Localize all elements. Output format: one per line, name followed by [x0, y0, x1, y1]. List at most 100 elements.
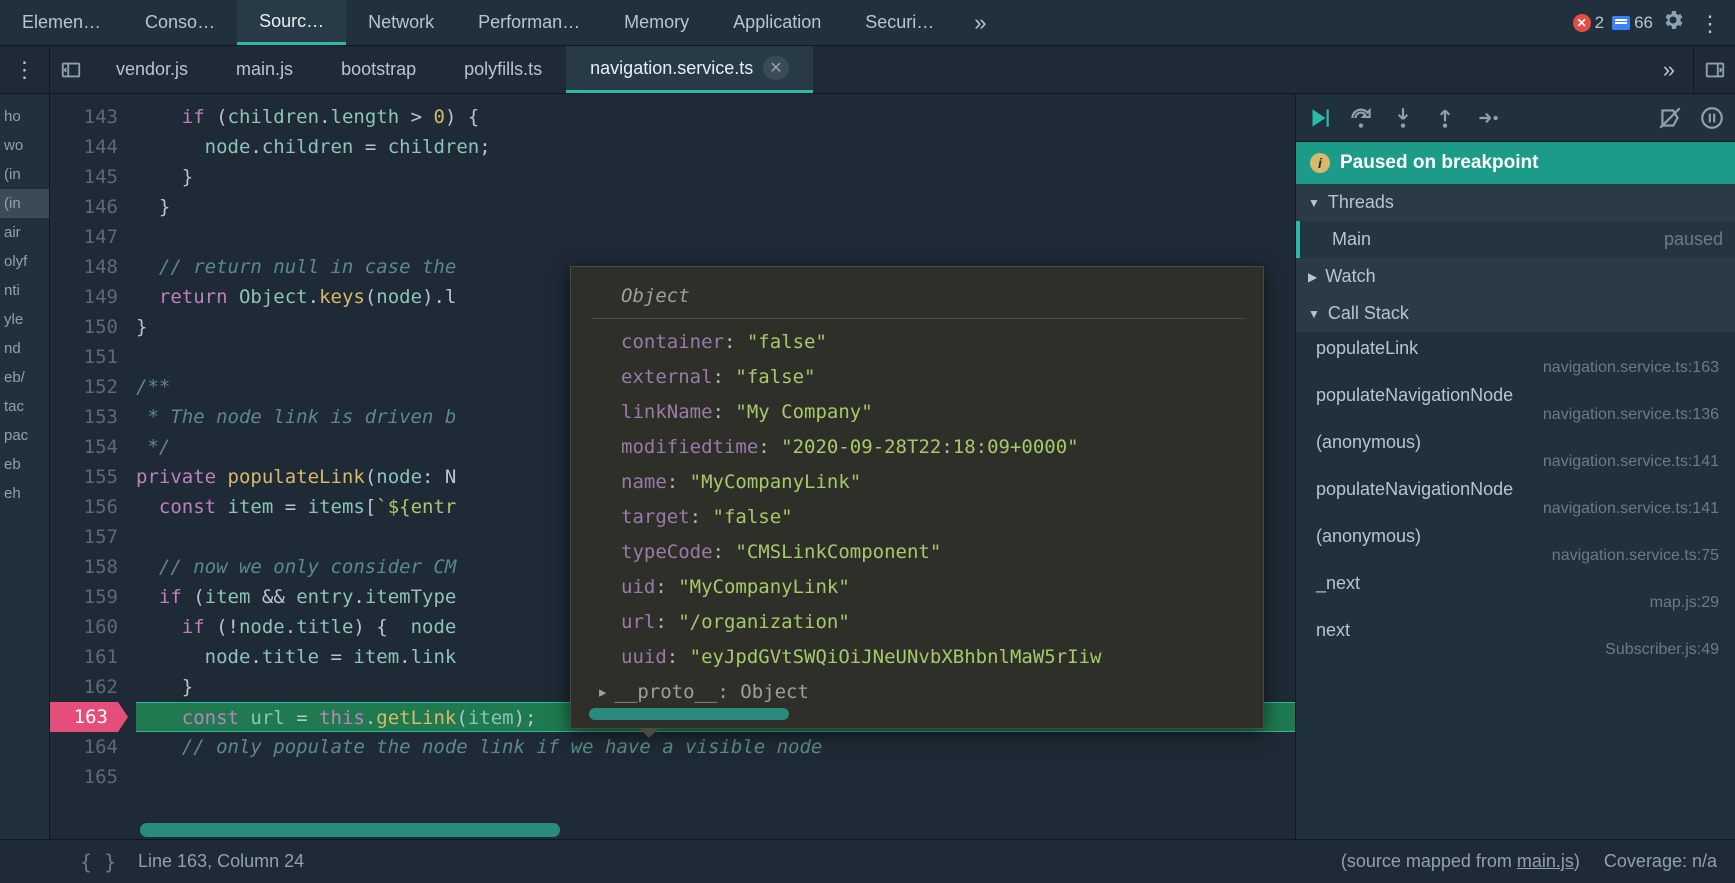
file-tab[interactable]: vendor.js	[92, 46, 212, 93]
navigator-item[interactable]: nti	[0, 276, 49, 305]
navigator-item[interactable]: nd	[0, 334, 49, 363]
callstack-frame[interactable]: _nextmap.js:29	[1296, 567, 1735, 614]
panel-tab-memory[interactable]: Memory	[602, 0, 711, 45]
callstack-frame[interactable]: nextSubscriber.js:49	[1296, 614, 1735, 661]
callstack-frame[interactable]: populateNavigationNodenavigation.service…	[1296, 379, 1735, 426]
navigator-item[interactable]: eh	[0, 479, 49, 508]
panel-tab-network[interactable]: Network	[346, 0, 456, 45]
navigator-item[interactable]: eb	[0, 450, 49, 479]
line-number[interactable]: 150	[50, 312, 118, 342]
line-number[interactable]: 162	[50, 672, 118, 702]
line-number-breakpoint[interactable]: 163	[50, 702, 118, 732]
panel-tab-application[interactable]: Application	[711, 0, 843, 45]
line-number[interactable]: 153	[50, 402, 118, 432]
line-number[interactable]: 152	[50, 372, 118, 402]
line-number[interactable]: 143	[50, 102, 118, 132]
callstack-frame[interactable]: populateLinknavigation.service.ts:163	[1296, 332, 1735, 379]
more-panels-chevron-icon[interactable]: »	[956, 0, 1004, 45]
resume-button[interactable]	[1306, 105, 1332, 131]
tooltip-property-row[interactable]: container: "false"	[621, 325, 1245, 360]
panel-tab-performan[interactable]: Performan…	[456, 0, 602, 45]
code-line[interactable]: if (children.length > 0) {	[136, 102, 1295, 132]
file-tab[interactable]: main.js	[212, 46, 317, 93]
error-count-badge[interactable]: ✕ 2	[1573, 13, 1604, 33]
more-file-tabs-chevron-icon[interactable]: »	[1645, 46, 1693, 93]
code-line[interactable]: node.children = children;	[136, 132, 1295, 162]
step-into-button[interactable]	[1390, 105, 1416, 131]
show-navigator-button[interactable]	[50, 46, 92, 93]
line-number[interactable]: 158	[50, 552, 118, 582]
file-tab[interactable]: navigation.service.ts✕	[566, 46, 813, 93]
callstack-frame[interactable]: (anonymous)navigation.service.ts:75	[1296, 520, 1735, 567]
navigator-item[interactable]: wo	[0, 131, 49, 160]
navigator-item[interactable]: yle	[0, 305, 49, 334]
tooltip-property-row[interactable]: linkName: "My Company"	[621, 395, 1245, 430]
navigator-item[interactable]: pac	[0, 421, 49, 450]
line-number[interactable]: 157	[50, 522, 118, 552]
tooltip-property-row[interactable]: modifiedtime: "2020-09-28T22:18:09+0000"	[621, 430, 1245, 465]
line-number[interactable]: 156	[50, 492, 118, 522]
line-number[interactable]: 165	[50, 762, 118, 792]
tooltip-property-row[interactable]: uuid: "eyJpdGVtSWQiOiJNeUNvbXBhbnlMaW5rI…	[621, 640, 1245, 675]
panel-tab-elemen[interactable]: Elemen…	[0, 0, 123, 45]
file-tab[interactable]: bootstrap	[317, 46, 440, 93]
navigator-item[interactable]: eb/	[0, 363, 49, 392]
line-number[interactable]: 146	[50, 192, 118, 222]
kebab-menu-icon[interactable]: ⋮	[1693, 11, 1717, 35]
navigator-item[interactable]: ho	[0, 102, 49, 131]
navigator-item[interactable]: olyf	[0, 247, 49, 276]
navigator-item[interactable]: (in	[0, 160, 49, 189]
callstack-frame[interactable]: (anonymous)navigation.service.ts:141	[1296, 426, 1735, 473]
source-map-link[interactable]: main.js	[1517, 851, 1574, 871]
callstack-section-header[interactable]: ▼ Call Stack	[1296, 295, 1735, 332]
watch-section-header[interactable]: ▶ Watch	[1296, 258, 1735, 295]
tooltip-property-row[interactable]: url: "/organization"	[621, 605, 1245, 640]
code-line[interactable]: }	[136, 162, 1295, 192]
line-number[interactable]: 144	[50, 132, 118, 162]
tooltip-horizontal-scrollbar[interactable]	[589, 708, 789, 720]
line-number[interactable]: 159	[50, 582, 118, 612]
pause-on-exceptions-button[interactable]	[1699, 105, 1725, 131]
line-number[interactable]: 160	[50, 612, 118, 642]
show-debugger-button[interactable]	[1693, 46, 1735, 93]
step-out-button[interactable]	[1432, 105, 1458, 131]
line-number-gutter[interactable]: 1431441451461471481491501511521531541551…	[50, 94, 128, 839]
threads-section-header[interactable]: ▼ Threads	[1296, 184, 1735, 221]
tooltip-property-row[interactable]: typeCode: "CMSLinkComponent"	[621, 535, 1245, 570]
line-number[interactable]: 155	[50, 462, 118, 492]
file-tab[interactable]: polyfills.ts	[440, 46, 566, 93]
line-number[interactable]: 149	[50, 282, 118, 312]
navigator-item[interactable]: (in	[0, 189, 49, 218]
sources-kebab-icon[interactable]: ⋮	[0, 46, 50, 93]
code-line[interactable]	[136, 222, 1295, 252]
code-line[interactable]: }	[136, 192, 1295, 222]
line-number[interactable]: 145	[50, 162, 118, 192]
code-line[interactable]: // only populate the node link if we hav…	[136, 732, 1295, 762]
line-number[interactable]: 164	[50, 732, 118, 762]
panel-tab-sourc[interactable]: Sourc…	[237, 0, 346, 45]
line-number[interactable]: 147	[50, 222, 118, 252]
code-line[interactable]	[136, 762, 1295, 792]
navigator-item[interactable]: tac	[0, 392, 49, 421]
editor-horizontal-scrollbar[interactable]	[140, 823, 560, 837]
settings-button[interactable]	[1661, 8, 1685, 37]
thread-item[interactable]: Mainpaused	[1296, 221, 1735, 258]
pretty-print-button[interactable]: { }	[80, 850, 116, 874]
line-number[interactable]: 151	[50, 342, 118, 372]
tooltip-property-row[interactable]: target: "false"	[621, 500, 1245, 535]
panel-tab-conso[interactable]: Conso…	[123, 0, 237, 45]
step-button[interactable]	[1474, 105, 1500, 131]
line-number[interactable]: 154	[50, 432, 118, 462]
navigator-item[interactable]: air	[0, 218, 49, 247]
close-tab-icon[interactable]: ✕	[763, 56, 788, 80]
message-count-badge[interactable]: 66	[1612, 13, 1653, 33]
callstack-frame[interactable]: populateNavigationNodenavigation.service…	[1296, 473, 1735, 520]
tooltip-prototype-row[interactable]: ▸__proto__: Object	[621, 675, 1245, 710]
step-over-button[interactable]	[1348, 105, 1374, 131]
object-preview-tooltip[interactable]: Object container: "false"external: "fals…	[570, 266, 1264, 729]
tooltip-property-row[interactable]: uid: "MyCompanyLink"	[621, 570, 1245, 605]
tooltip-property-row[interactable]: name: "MyCompanyLink"	[621, 465, 1245, 500]
navigator-sidebar[interactable]: howo(in(inairolyfntiylendeb/tacpacebeh	[0, 94, 50, 839]
panel-tab-securi[interactable]: Securi…	[843, 0, 956, 45]
line-number[interactable]: 148	[50, 252, 118, 282]
